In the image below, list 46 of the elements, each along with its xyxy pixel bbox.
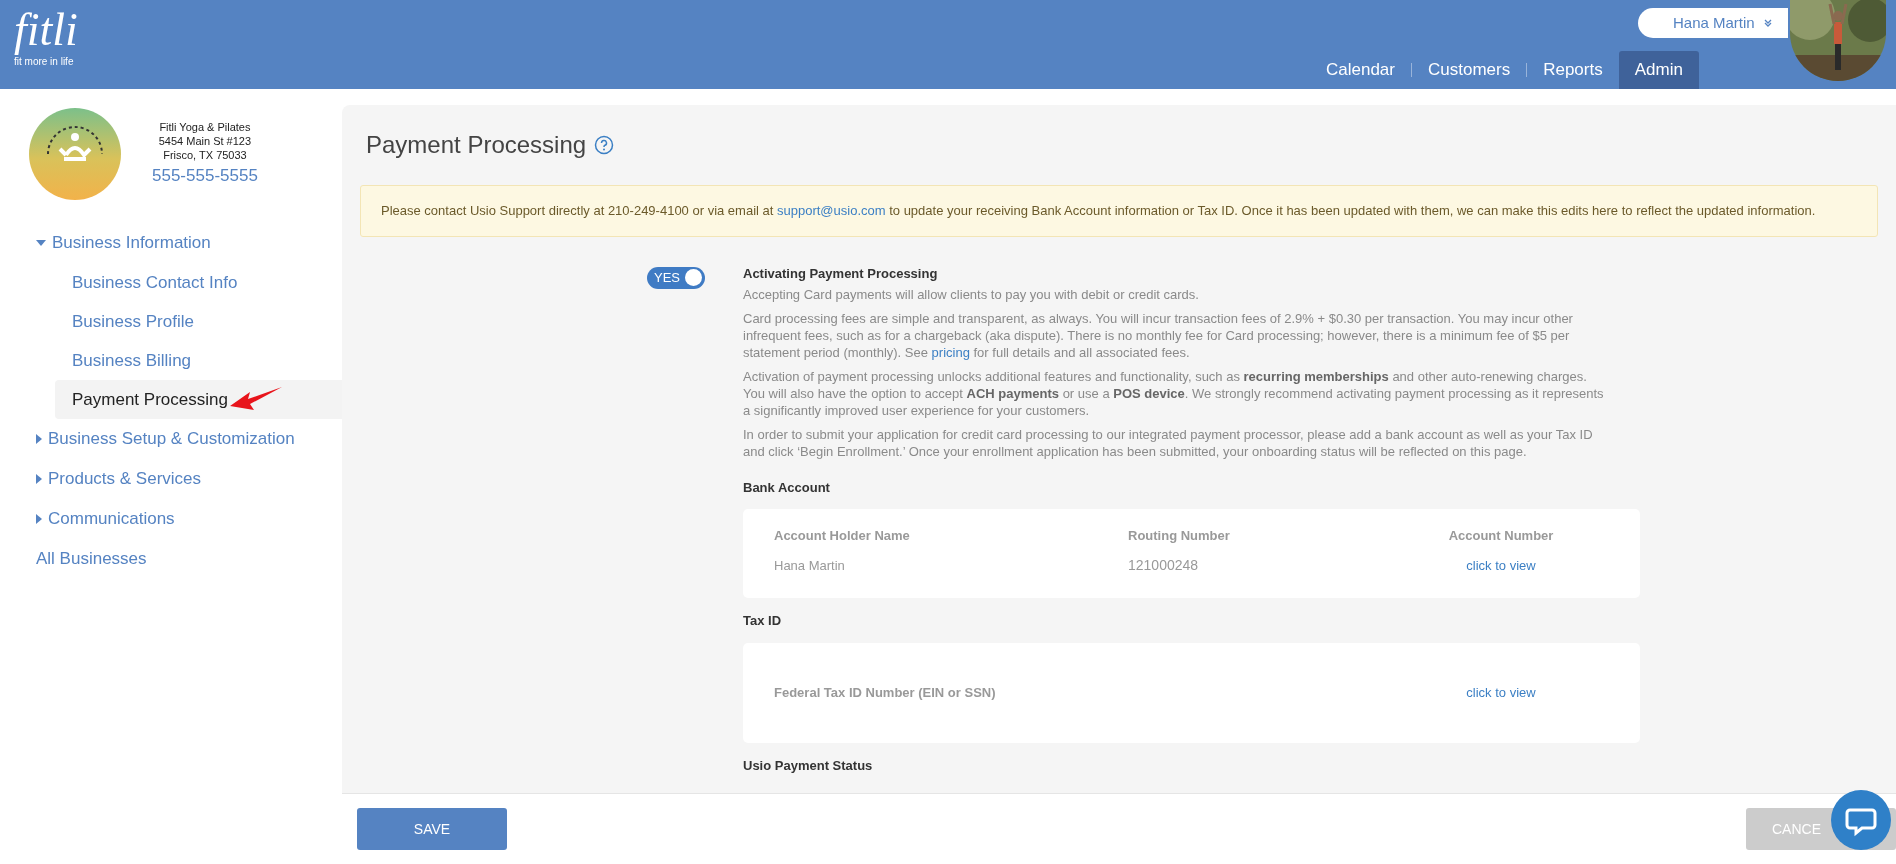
nav-tab[interactable]: Reports	[1527, 51, 1619, 89]
address-line: 5454 Main St #123	[158, 134, 252, 148]
section-heading: Bank Account	[743, 478, 831, 496]
paragraph: In order to submit your application for credit card processing to our integrated payment processor, please add a bank account as well as your Tax ID and click ‘Begin Enrollment.’ Once your enrollment application has been submitted, your onboarding status will be reflected on this page.	[743, 425, 1594, 460]
section-heading: Usio Payment Status	[743, 756, 874, 774]
business-name: Fitli Yoga & Pilates	[159, 120, 251, 134]
email-link[interactable]: support@usio.com	[777, 203, 886, 218]
nav-tab[interactable]: Admin	[1618, 51, 1699, 89]
page-title: Payment Processing	[366, 130, 587, 160]
nav-tab[interactable]: Customers	[1412, 51, 1527, 89]
table-cell-text: Hana Martin	[774, 556, 846, 574]
menu-group[interactable]: Communications	[0, 499, 342, 539]
field-label: Federal Tax ID Number (EIN or SSN)	[774, 684, 996, 701]
menu-item[interactable]: Business Billing	[55, 341, 342, 380]
chevron-down-icon	[1762, 18, 1773, 28]
chat-icon[interactable]	[1831, 790, 1891, 850]
menu-item[interactable]: Business Profile	[55, 302, 342, 341]
menu-item[interactable]: Business Contact Info	[55, 263, 342, 302]
paragraph: Accepting Card payments will allow clients to pay you with debit or credit cards.	[743, 285, 1200, 303]
notice-text: Please contact Usio Support directly at 210-249-4100 or via email at support@usio.com to update your receiving Bank Account information or Tax ID. Once it has been updated with them, we can make this edits here to reflect the updated information.	[381, 202, 1817, 220]
logo-text: fitli	[14, 4, 78, 56]
paragraph: Activation of payment processing unlocks additional features and functionality, such as recurring memberships and other auto-renewing charges. You will also have the option to accept ACH payments or use a POS device. We strongly recommend activating payment processing as it represents a significantly improved user experience for your customers.	[743, 367, 1605, 419]
logo-tagline: fit more in life	[14, 56, 74, 68]
save-button[interactable]: SAVE	[357, 808, 507, 850]
user-menu-button[interactable]: Hana Martin	[1638, 8, 1788, 38]
paragraph: Card processing fees are simple and transparent, as always. You will incur transaction fees of 2.9% + $0.30 per transaction. You may incur other infrequent fees, such as for a chargeback (aka dispute). There is no monthly fee for Card processing; however, there is a minimum fee of $5 per statement period (monthly). See pricing for full details and all associated fees.	[743, 309, 1574, 361]
menu-group[interactable]: Business Information	[0, 223, 342, 263]
table-cell-text: 121000248	[1128, 556, 1200, 574]
section-heading: Activating Payment Processing	[743, 264, 939, 282]
toggle-switch[interactable]: YES	[647, 266, 705, 289]
section-heading: Tax ID	[743, 611, 783, 629]
view-link[interactable]: click to view	[1393, 556, 1609, 574]
menu-item[interactable]: Payment Processing	[55, 380, 342, 419]
menu-group[interactable]: Products & Services	[0, 459, 342, 499]
nav-tab[interactable]: Calendar	[1310, 51, 1411, 89]
menu-link[interactable]: All Businesses	[0, 539, 342, 579]
view-link[interactable]: click to view	[1393, 684, 1609, 701]
help-icon[interactable]	[594, 135, 615, 155]
address-line: Frisco, TX 75033	[163, 148, 247, 162]
yoga-logo-icon	[28, 107, 122, 201]
column-header: Account Number	[1447, 526, 1555, 544]
menu-group[interactable]: Business Setup & Customization	[0, 419, 342, 459]
phone-number: 555-555-5555	[152, 165, 258, 187]
pricing-link[interactable]: pricing	[931, 344, 970, 360]
column-header: Routing Number	[1128, 526, 1231, 544]
column-header: Account Holder Name	[774, 526, 911, 544]
